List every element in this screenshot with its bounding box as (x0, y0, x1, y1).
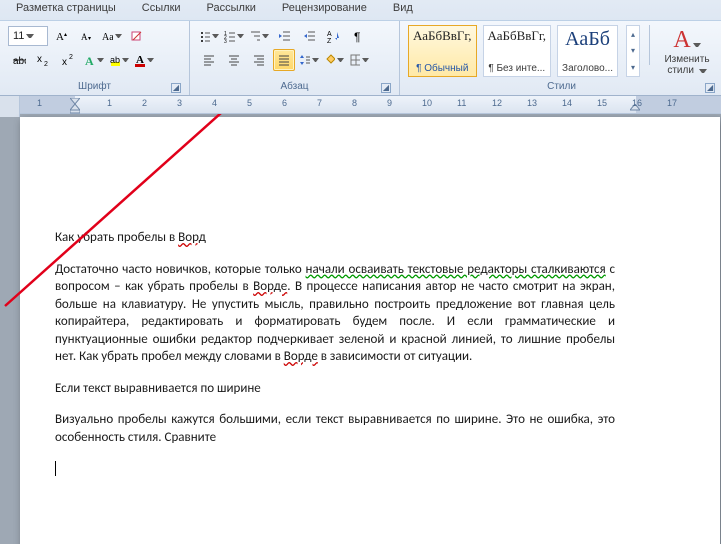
font-color-button[interactable]: A (133, 49, 155, 71)
ruler-number: 1 (37, 98, 42, 108)
svg-text:3: 3 (224, 39, 227, 43)
change-styles-label: Изменить стили (661, 54, 713, 76)
svg-text:Aa: Aa (102, 32, 113, 43)
ruler-number: 2 (142, 98, 147, 108)
left-indent-marker[interactable] (70, 104, 80, 114)
style-name-label: Заголово... (562, 63, 613, 74)
svg-text:ab: ab (110, 55, 120, 65)
svg-text:2: 2 (44, 61, 48, 67)
group-paragraph: 123 AZ ¶ Абзац ◢ (190, 21, 400, 95)
style-name-label: ¶ Обычный (416, 63, 468, 74)
decrease-font-button[interactable]: A▾ (76, 25, 98, 47)
align-left-button[interactable] (198, 49, 220, 71)
subscript-button[interactable]: x2 (33, 49, 55, 71)
doc-paragraph: Визуально пробелы кажутся большими, если… (55, 411, 615, 446)
clear-formatting-button[interactable] (126, 25, 148, 47)
group-font-label: Шрифт (78, 81, 111, 92)
document-content[interactable]: Как убрать пробелы в Ворд Достаточно час… (55, 229, 615, 492)
bullets-button[interactable] (198, 25, 220, 47)
document-area[interactable]: Как убрать пробелы в Ворд Достаточно час… (0, 114, 721, 544)
page: Как убрать пробелы в Ворд Достаточно час… (20, 117, 720, 544)
shading-button[interactable] (323, 49, 345, 71)
ruler-number: 3 (177, 98, 182, 108)
style-heading1[interactable]: АаБб Заголово... (557, 25, 618, 77)
group-styles-label: Стили (547, 81, 576, 92)
svg-text:A: A (56, 31, 64, 43)
ruler-number: 5 (247, 98, 252, 108)
style-no-spacing[interactable]: АаБбВвГг, ¶ Без инте... (483, 25, 552, 77)
svg-text:▾: ▾ (88, 36, 91, 42)
style-name-label: ¶ Без инте... (488, 63, 545, 74)
ruler-number: 6 (282, 98, 287, 108)
svg-text:A: A (85, 54, 94, 67)
tab-page-layout[interactable]: Разметка страницы (10, 0, 122, 16)
align-center-button[interactable] (223, 49, 245, 71)
tab-view[interactable]: Вид (387, 0, 419, 16)
text-effects-button[interactable]: A (83, 49, 105, 71)
strikethrough-button[interactable]: abc (8, 49, 30, 71)
highlight-button[interactable]: ab (108, 49, 130, 71)
horizontal-ruler[interactable]: 11234567891011121314151617 (0, 96, 721, 114)
tab-review[interactable]: Рецензирование (276, 0, 373, 16)
sort-button[interactable]: AZ (323, 25, 345, 47)
doc-cursor-line (55, 460, 615, 478)
svg-text:2: 2 (69, 54, 73, 61)
style-preview: АаБб (565, 28, 610, 51)
tab-mailings[interactable]: Рассылки (201, 0, 262, 16)
decrease-indent-button[interactable] (273, 25, 295, 47)
text-cursor (55, 461, 56, 476)
group-styles: АаБбВвГг, ¶ Обычный АаБбВвГг, ¶ Без инте… (400, 21, 721, 95)
svg-text:x: x (37, 54, 42, 65)
borders-button[interactable] (348, 49, 370, 71)
numbering-button[interactable]: 123 (223, 25, 245, 47)
style-preview: АаБбВвГг, (413, 28, 472, 44)
doc-paragraph: Если текст выравнивается по ширине (55, 380, 615, 398)
ruler-number: 17 (667, 98, 677, 108)
doc-paragraph: Достаточно часто новичков, которые тольк… (55, 261, 615, 366)
multilevel-list-button[interactable] (248, 25, 270, 47)
align-justify-button[interactable] (273, 49, 295, 71)
line-spacing-button[interactable] (298, 49, 320, 71)
ruler-number: 16 (632, 98, 642, 108)
vertical-ruler[interactable] (0, 114, 20, 117)
style-preview: АаБбВвГг, (488, 28, 547, 44)
svg-text:abc: abc (13, 56, 26, 67)
ruler-number: 13 (527, 98, 537, 108)
ruler-number: 14 (562, 98, 572, 108)
svg-text:x: x (62, 57, 67, 67)
svg-text:▴: ▴ (64, 32, 67, 38)
ruler-number: 11 (457, 98, 466, 108)
increase-indent-button[interactable] (298, 25, 320, 47)
ruler-number: 4 (212, 98, 217, 108)
ruler-number: 8 (352, 98, 357, 108)
paragraph-dialog-launcher[interactable]: ◢ (381, 83, 391, 93)
ruler-number: 12 (492, 98, 502, 108)
svg-text:A: A (81, 32, 88, 42)
styles-dialog-launcher[interactable]: ◢ (705, 83, 715, 93)
tab-references[interactable]: Ссылки (136, 0, 187, 16)
styles-gallery-more[interactable]: ▴▾▾ (626, 25, 640, 77)
svg-text:Z: Z (327, 38, 332, 43)
group-font: 11 A▴ A▾ Aa abc x2 x2 A ab A Шрифт◢ (0, 21, 190, 95)
font-dialog-launcher[interactable]: ◢ (171, 83, 181, 93)
change-styles-button[interactable]: A Изменить стили (659, 25, 715, 78)
align-right-button[interactable] (248, 49, 270, 71)
ruler-number: 1 (107, 98, 112, 108)
superscript-button[interactable]: x2 (58, 49, 80, 71)
ruler-number: 15 (597, 98, 607, 108)
font-size-input[interactable]: 11 (8, 26, 48, 46)
style-normal[interactable]: АаБбВвГг, ¶ Обычный (408, 25, 477, 77)
group-paragraph-label: Абзац (280, 81, 308, 92)
change-styles-icon: A (673, 27, 700, 54)
ruler-number: 10 (422, 98, 432, 108)
increase-font-button[interactable]: A▴ (51, 25, 73, 47)
svg-text:A: A (327, 31, 332, 38)
ruler-number: 7 (317, 98, 322, 108)
show-marks-button[interactable]: ¶ (348, 25, 370, 47)
doc-title: Как убрать пробелы в Ворд (55, 229, 615, 247)
change-case-button[interactable]: Aa (101, 25, 123, 47)
svg-text:¶: ¶ (354, 30, 360, 43)
ruler-number: 9 (387, 98, 392, 108)
